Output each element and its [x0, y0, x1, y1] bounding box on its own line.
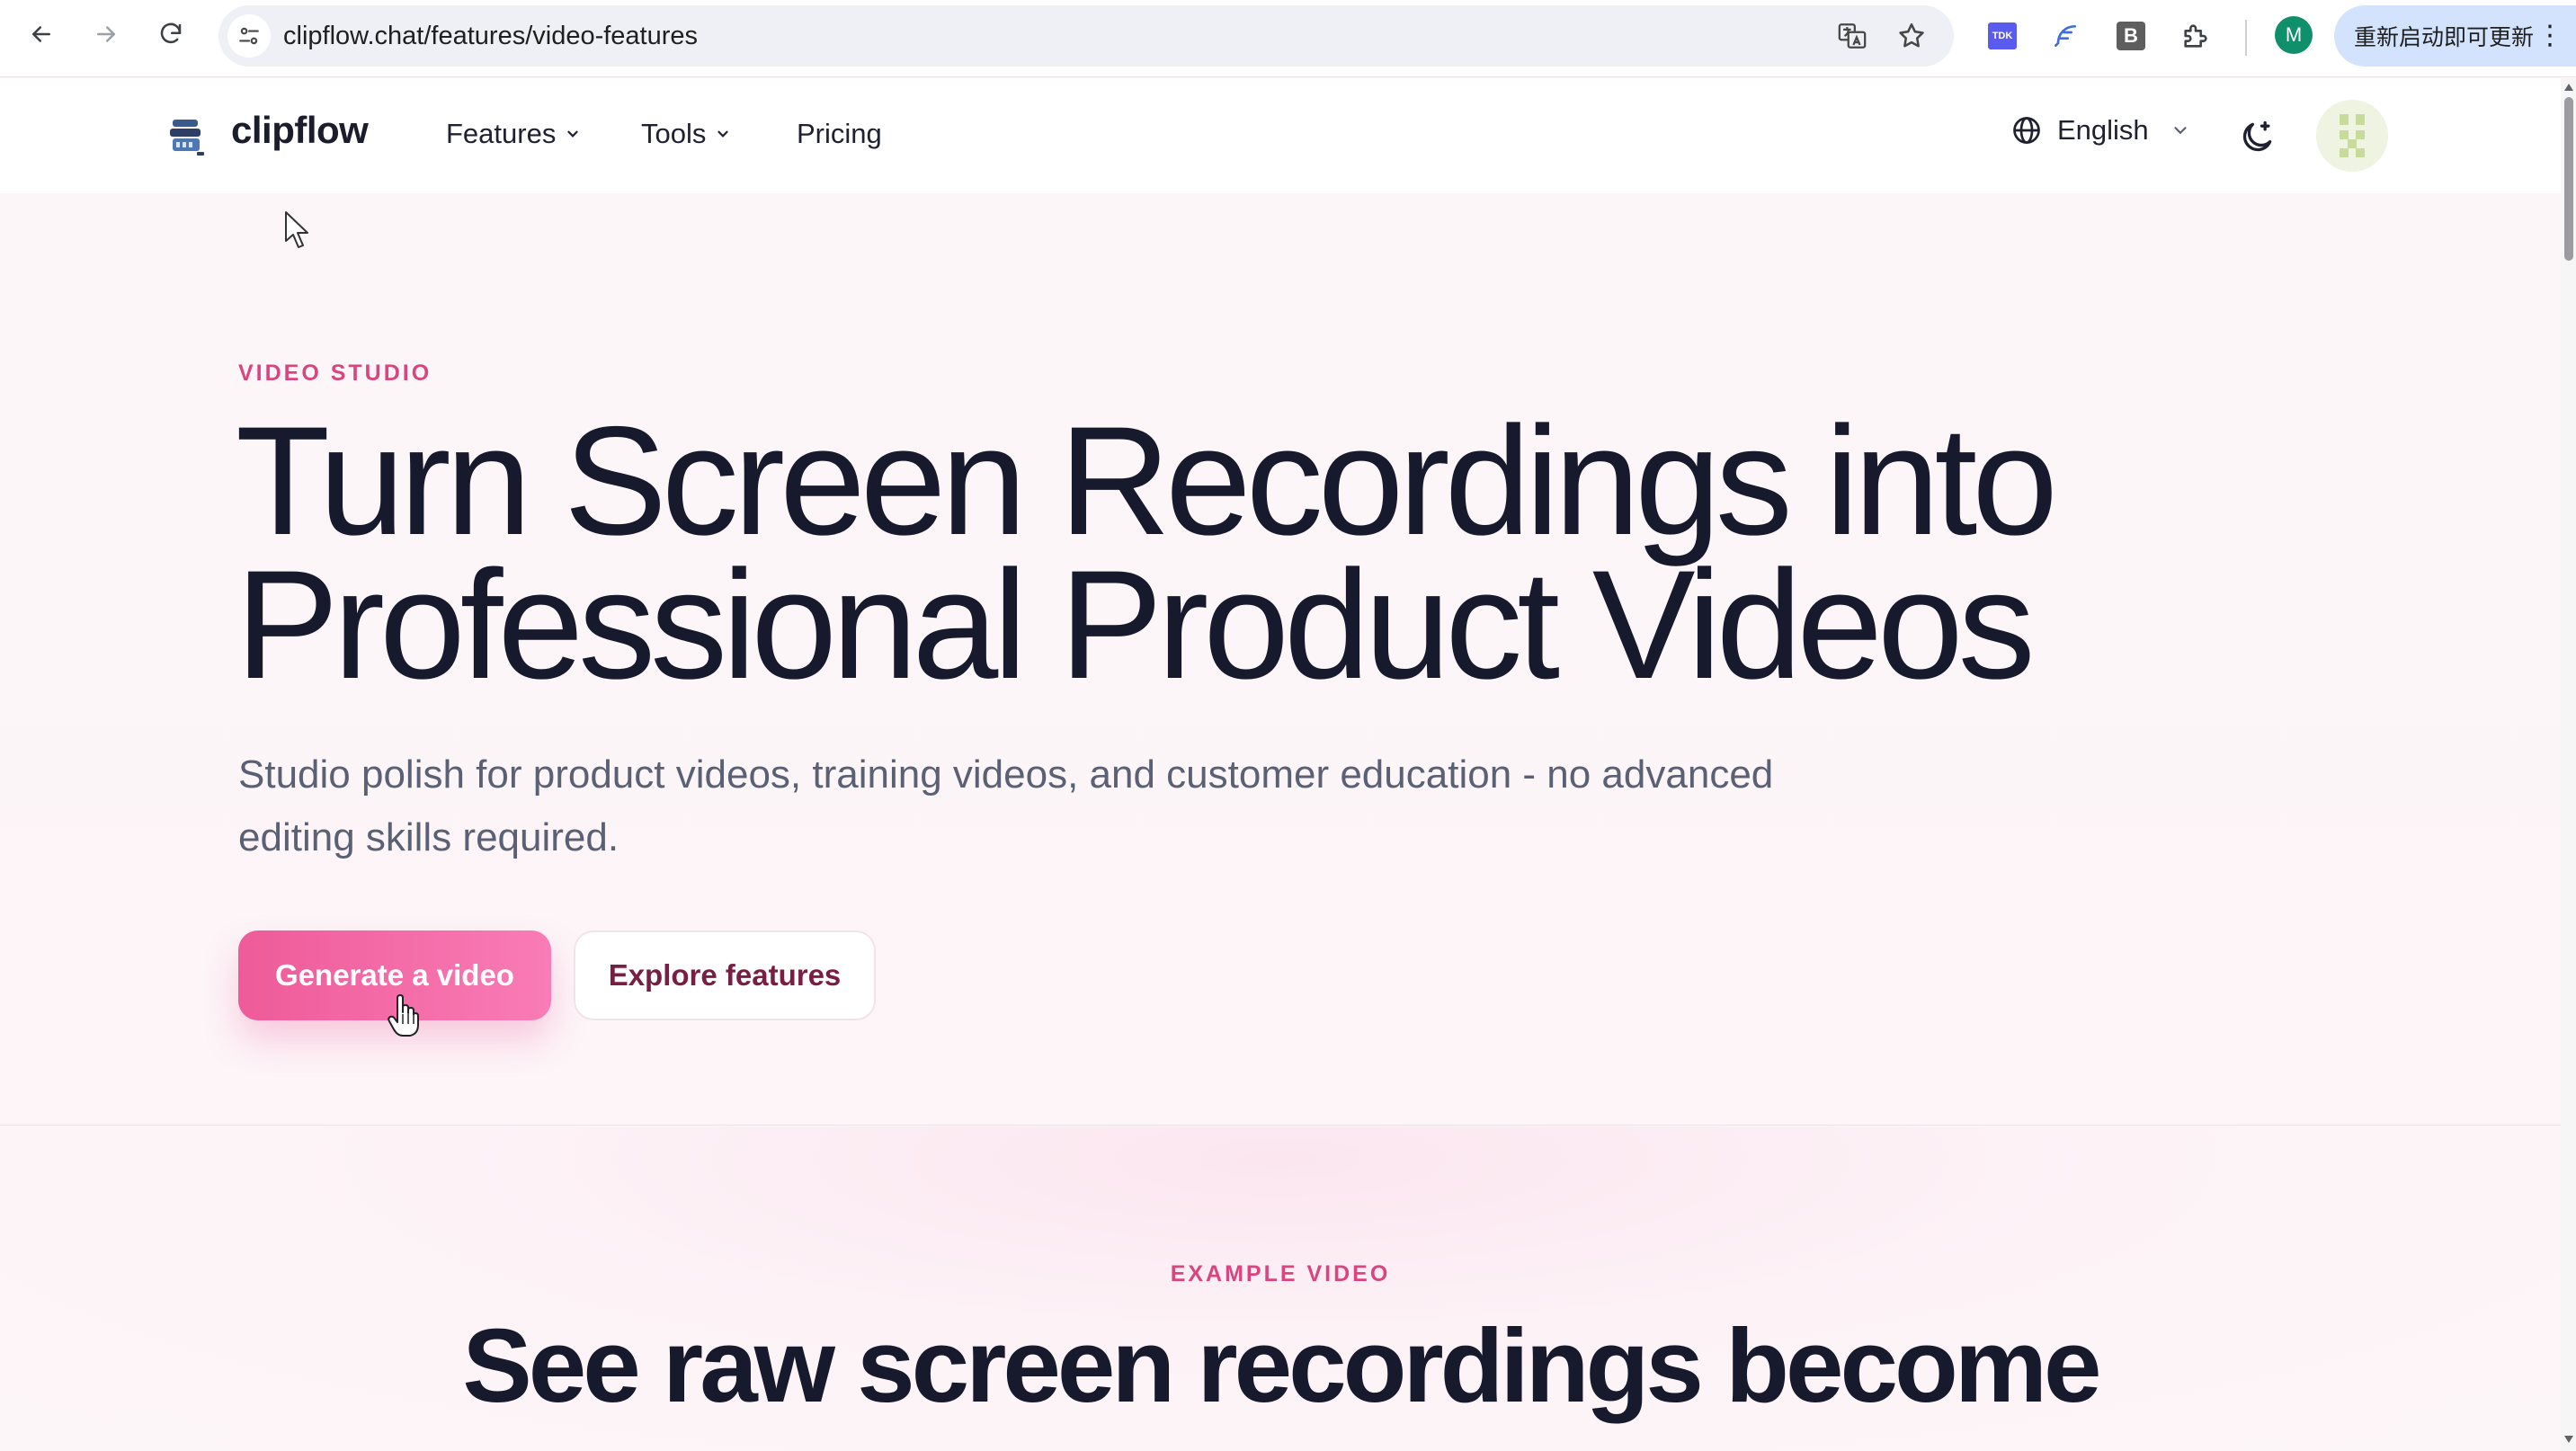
hero-section: VIDEO STUDIO Turn Screen Recordings into… [0, 193, 2561, 1126]
scroll-down-arrow-icon[interactable] [2563, 1435, 2574, 1444]
nav-pricing[interactable]: Pricing [797, 118, 882, 150]
page-scrollbar-track[interactable] [2561, 78, 2576, 1451]
feather-extension-icon[interactable] [2047, 18, 2083, 54]
logo-text[interactable]: clipflow [231, 109, 369, 152]
nav-pricing-label: Pricing [797, 118, 882, 149]
menu-kebab-icon[interactable]: ⋮ [2536, 18, 2563, 54]
language-selector[interactable]: English [2010, 114, 2190, 147]
nav-tools[interactable]: Tools [641, 118, 731, 150]
browser-profile-avatar[interactable]: M [2275, 16, 2313, 54]
identicon-avatar [2316, 100, 2388, 172]
puzzle-icon[interactable] [2178, 18, 2214, 54]
site-info-icon[interactable] [227, 14, 271, 58]
example-eyebrow: EXAMPLE VIDEO [1170, 1261, 1391, 1286]
nav-tools-label: Tools [641, 118, 707, 149]
tdk-extension-icon[interactable]: TDK [1984, 18, 2020, 54]
back-icon [32, 26, 50, 42]
address-bar[interactable]: clipflow.chat/features/video-features [218, 5, 1954, 67]
scroll-up-arrow-icon[interactable] [2563, 83, 2574, 92]
nav-features[interactable]: Features [446, 118, 581, 150]
toolbar-divider [2245, 20, 2247, 56]
user-avatar[interactable] [2316, 100, 2388, 172]
update-label: 重新启动即可更新 [2354, 25, 2535, 50]
example-title: See raw screen recordings become [462, 1307, 2101, 1424]
clipflow-logo-icon[interactable] [167, 116, 209, 157]
back-button[interactable] [14, 7, 68, 61]
reload-button[interactable] [144, 7, 198, 61]
hand-pointer-cursor-icon [388, 994, 419, 1037]
moon-icon[interactable] [2237, 118, 2277, 157]
site-header: clipflow Features Tools Pricing English [0, 78, 2561, 193]
arrow-cursor-icon [285, 211, 308, 248]
page-scrollbar-thumb[interactable] [2564, 97, 2573, 261]
chevron-down-icon [567, 130, 578, 138]
language-label: English [2057, 114, 2149, 146]
forward-icon [97, 26, 115, 42]
chevron-down-icon [718, 130, 728, 138]
hero-title: Turn Screen Recordings into Professional… [236, 404, 2214, 702]
example-video-section: EXAMPLE VIDEO See raw screen recordings … [0, 1126, 2561, 1451]
forward-button[interactable] [79, 7, 133, 61]
nav-features-label: Features [446, 118, 557, 149]
explore-features-button[interactable]: Explore features [574, 930, 876, 1020]
hero-title-line-2: Professional Product Videos [236, 539, 2036, 711]
browser-toolbar: clipflow.chat/features/video-features TD… [0, 0, 2576, 77]
reload-icon [160, 22, 182, 44]
translate-icon[interactable] [1834, 18, 1870, 54]
url-text[interactable]: clipflow.chat/features/video-features [283, 5, 698, 67]
bookmark-star-icon[interactable] [1894, 18, 1930, 54]
chevron-down-icon [2174, 127, 2187, 135]
globe-icon [2013, 117, 2040, 144]
b-extension-icon[interactable]: B [2113, 18, 2149, 54]
hero-eyebrow: VIDEO STUDIO [238, 361, 432, 386]
hero-subtitle: Studio polish for product videos, traini… [238, 752, 1774, 859]
update-button[interactable]: 重新启动即可更新 ⋮ [2334, 5, 2576, 67]
